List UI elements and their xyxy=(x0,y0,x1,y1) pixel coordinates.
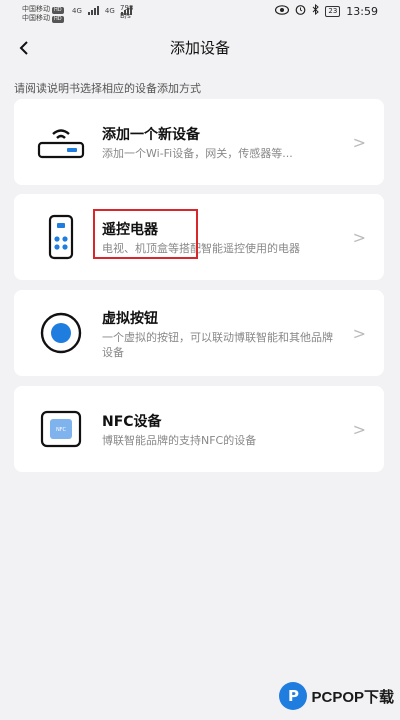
speed-value: 798 xyxy=(120,4,134,12)
network-type: 4G xyxy=(104,7,115,15)
chevron-right-icon: > xyxy=(352,228,366,247)
router-icon xyxy=(36,117,86,167)
hd-badge: HD xyxy=(52,16,64,23)
carrier-info: 中国移动 HD 中国移动 HD xyxy=(22,5,64,23)
instruction-hint: 请阅读说明书选择相应的设备添加方式 xyxy=(14,82,201,95)
watermark-logo: P xyxy=(279,682,308,710)
add-new-device-card[interactable]: 添加一个新设备 添加一个Wi-Fi设备，网关，传感器等... > xyxy=(14,99,384,185)
carrier-1: 中国移动 xyxy=(22,5,50,13)
card-title: 添加一个新设备 xyxy=(102,127,200,143)
card-description: 一个虚拟的按钮，可以联动博联智能和其他品牌设备 xyxy=(102,331,333,359)
alarm-icon xyxy=(295,4,306,18)
virtual-button-card[interactable]: 虚拟按钮 一个虚拟的按钮，可以联动博联智能和其他品牌设备 > xyxy=(14,290,384,376)
virtual-button-icon xyxy=(36,308,86,358)
card-description: 博联智能品牌的支持NFC的设备 xyxy=(102,434,257,447)
clock: 13:59 xyxy=(346,4,378,18)
header: 添加设备 xyxy=(0,28,400,68)
bluetooth-icon xyxy=(312,3,320,18)
card-description: 添加一个Wi-Fi设备，网关，传感器等... xyxy=(102,147,293,160)
eye-icon xyxy=(275,4,290,18)
battery-icon: 23 xyxy=(325,5,341,17)
status-bar: 中国移动 HD 中国移动 HD 4G 4G 798 B/s 23 13:59 xyxy=(0,0,400,26)
carrier-2: 中国移动 xyxy=(22,14,50,22)
network-type: 4G xyxy=(72,7,82,15)
card-title: NFC设备 xyxy=(102,414,162,430)
remote-control-icon xyxy=(36,212,86,262)
nfc-tag-icon: NFC xyxy=(36,404,86,454)
card-title: 虚拟按钮 xyxy=(102,311,158,327)
watermark-text: PCPOP下载 xyxy=(311,688,394,706)
speed-unit: B/s xyxy=(120,12,131,20)
chevron-right-icon: > xyxy=(352,133,366,152)
highlight-box xyxy=(93,209,198,259)
nfc-icon-label: NFC xyxy=(56,427,67,433)
network-speed: 798 B/s xyxy=(120,4,133,20)
chevron-right-icon: > xyxy=(352,324,366,343)
signal-icon xyxy=(87,6,99,15)
remote-appliance-card[interactable]: 遥控电器 电视、机顶盒等搭配智能遥控使用的电器 > xyxy=(14,194,384,280)
chevron-right-icon: > xyxy=(352,420,366,439)
hd-badge: HD xyxy=(52,7,64,14)
status-right: 23 13:59 xyxy=(275,3,378,18)
watermark: P PCPOP下载 xyxy=(279,682,394,710)
page-title: 添加设备 xyxy=(169,39,230,57)
nfc-device-card[interactable]: NFC NFC设备 博联智能品牌的支持NFC的设备 > xyxy=(14,386,384,472)
